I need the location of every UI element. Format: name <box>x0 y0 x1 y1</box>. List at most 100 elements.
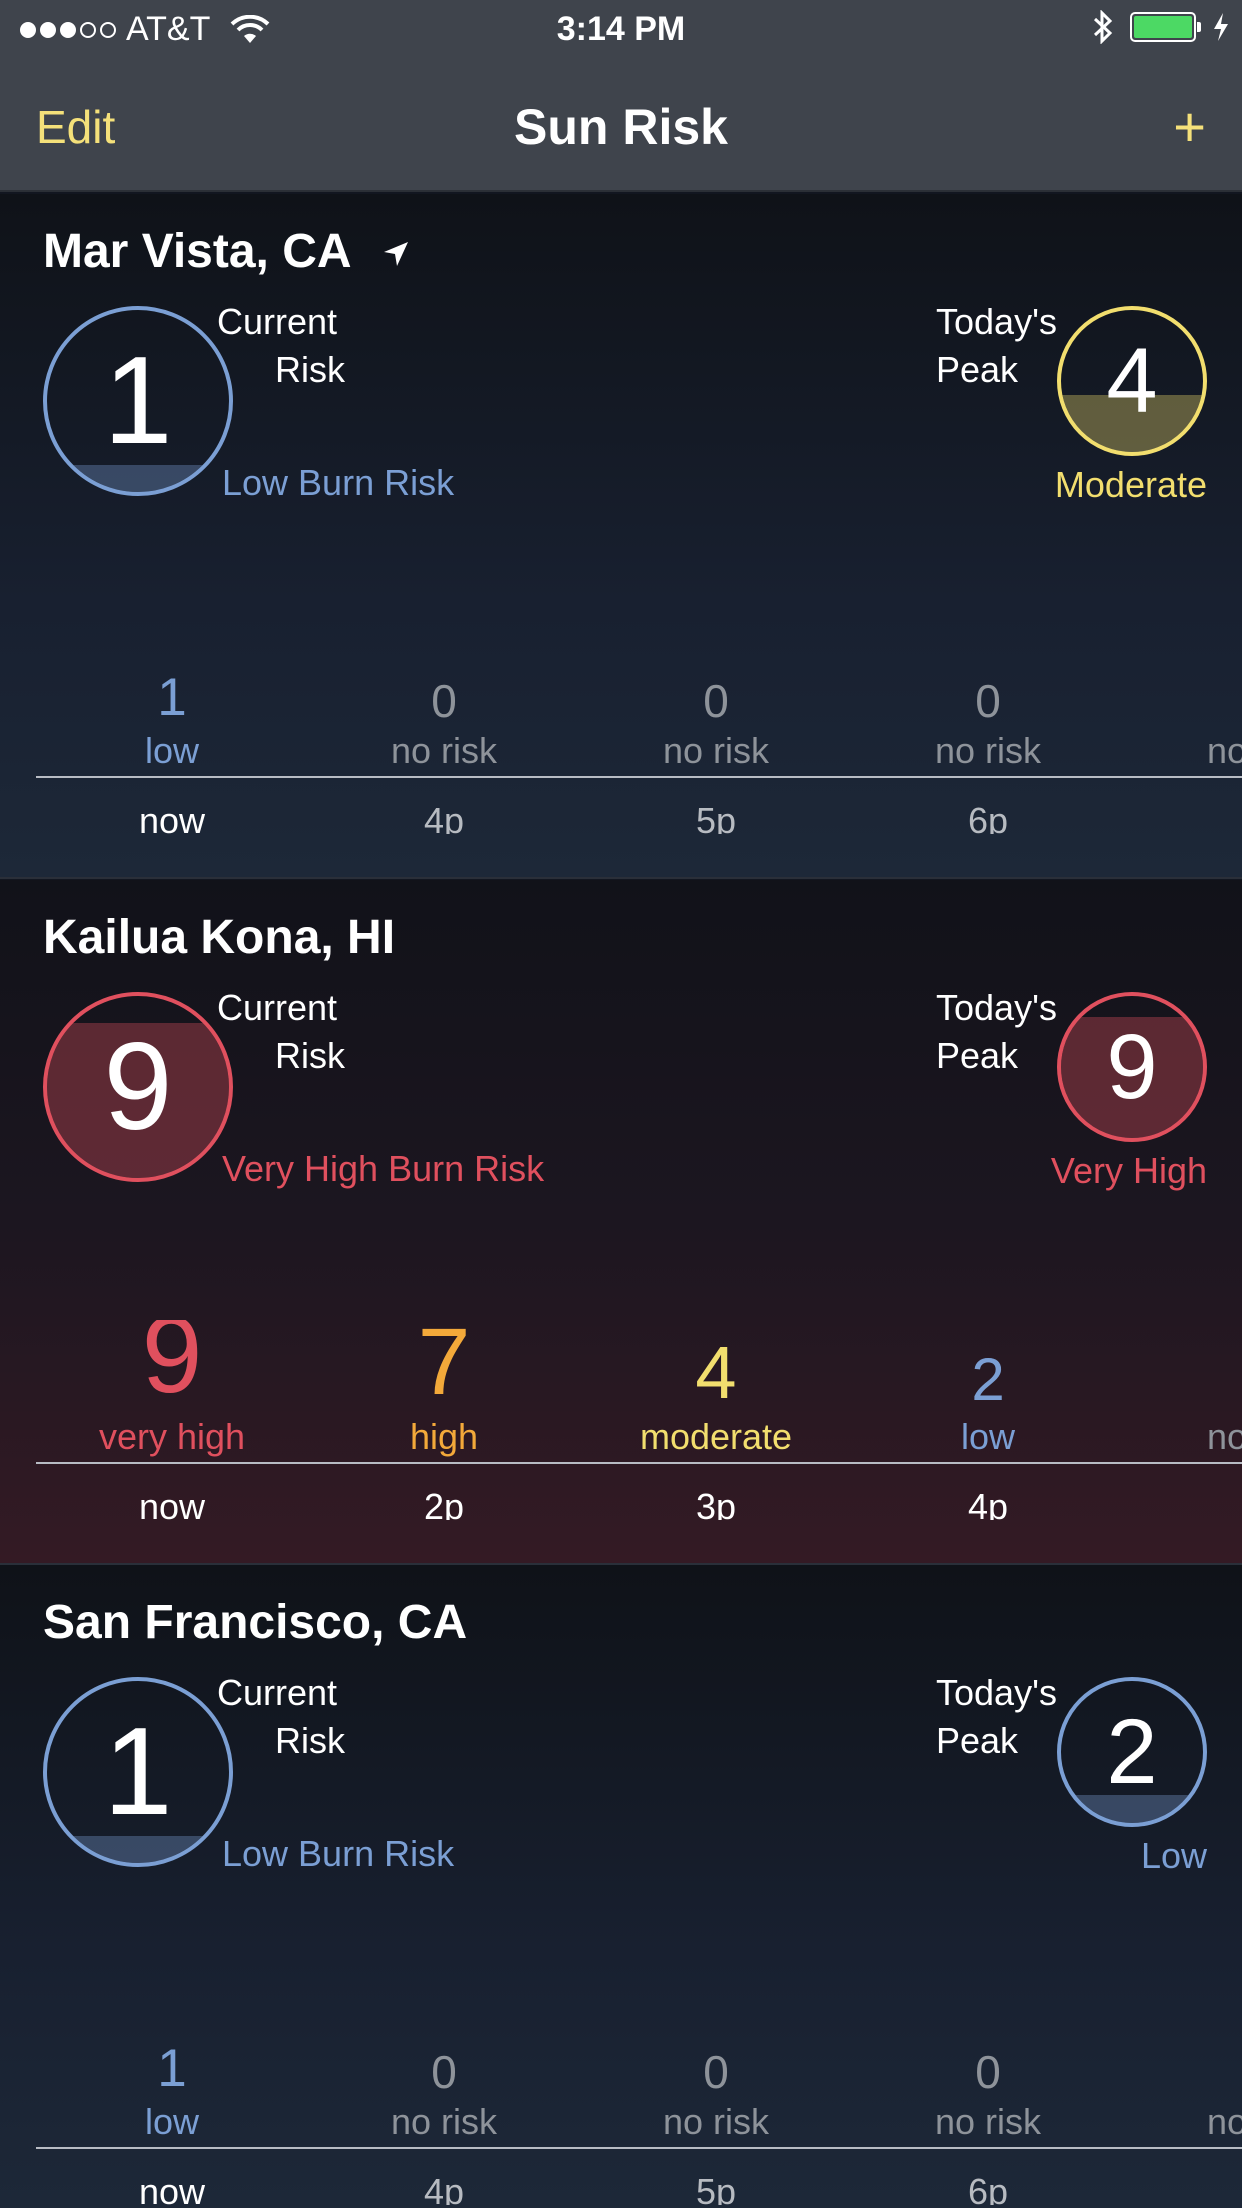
hourly-item: 7 high 2p <box>308 1320 580 1520</box>
current-risk-gauge: 1 <box>43 1677 233 1867</box>
hourly-time: 6p <box>967 2171 1009 2205</box>
todays-peak-label: Today's Peak <box>936 298 1057 394</box>
location-name: Kailua Kona, HI <box>43 911 396 964</box>
current-risk-value: 9 <box>103 1018 173 1156</box>
navigation-bar: Edit Sun Risk + <box>0 60 1242 192</box>
current-risk-label: Current Risk <box>217 1669 345 1765</box>
location-card-san-francisco[interactable]: San Francisco, CA 1 Current Risk Low Burn R… <box>0 1565 1242 2208</box>
hourly-item: 1 low now <box>36 634 308 834</box>
hourly-risk-label: no risk <box>390 730 498 771</box>
hourly-time: 6p <box>967 800 1009 834</box>
hourly-time: 3p <box>695 1486 737 1520</box>
hourly-risk-value: 0 <box>975 675 1001 727</box>
hourly-risk-label: no risk <box>1206 2101 1242 2142</box>
current-risk-label-line1: Current <box>217 987 338 1028</box>
status-bar: AT&T 3:14 PM <box>0 0 1242 60</box>
current-risk-value: 1 <box>103 332 173 470</box>
status-right <box>1092 10 1230 44</box>
hourly-item: 0 no risk 6p <box>852 2005 1124 2205</box>
hourly-item: no risk <box>1124 1320 1242 1520</box>
todays-peak-description: Low <box>1140 1835 1207 1876</box>
todays-peak-label: Today's Peak <box>936 1669 1057 1765</box>
current-risk-description: Low Burn Risk <box>222 462 455 503</box>
location-name: Mar Vista, CA <box>43 224 411 279</box>
add-location-button[interactable]: + <box>1173 94 1206 159</box>
current-risk-description: Very High Burn Risk <box>222 1148 545 1189</box>
hourly-time: 5p <box>695 2171 737 2205</box>
hourly-divider <box>36 1462 1242 1464</box>
charging-icon <box>1214 13 1228 41</box>
status-time: 3:14 PM <box>556 10 686 48</box>
current-risk-label-line1: Current <box>217 301 338 342</box>
current-risk-label-line1: Current <box>217 1672 338 1713</box>
todays-peak-label-line1: Today's <box>936 1672 1057 1713</box>
hourly-divider <box>36 2147 1242 2149</box>
hourly-risk-value: 9 <box>141 1320 203 1416</box>
hourly-time: 4p <box>967 1486 1009 1520</box>
todays-peak-gauge: 4 <box>1057 306 1207 456</box>
hourly-time: 4p <box>423 800 465 834</box>
current-risk-gauge: 9 <box>43 992 233 1182</box>
todays-peak-label-line2: Peak <box>936 1720 1019 1761</box>
current-risk-label-line2: Risk <box>275 1035 345 1076</box>
hourly-risk-value: 0 <box>703 675 729 727</box>
hourly-risk-label: no risk <box>934 730 1042 771</box>
todays-peak-value: 4 <box>1106 329 1158 432</box>
hourly-risk-label: no risk <box>934 2101 1042 2142</box>
current-risk-value: 1 <box>103 1703 173 1841</box>
hourly-risk-label: no risk <box>390 2101 498 2142</box>
hourly-time: now <box>138 1486 206 1520</box>
page-title: Sun Risk <box>514 99 728 155</box>
hourly-item: 2 low 4p <box>852 1320 1124 1521</box>
hourly-item: 0 no risk 5p <box>580 2005 852 2205</box>
location-card-kailua-kona[interactable]: Kailua Kona, HI 9 Current Risk Very High Bu… <box>0 880 1242 1565</box>
todays-peak-gauge: 9 <box>1057 992 1207 1142</box>
hourly-forecast[interactable]: 9 very high now 7 high 2p 4 moderate 3p 2 low 4p no … <box>0 1320 1242 1520</box>
hourly-item: 9 very high now <box>36 1320 308 1520</box>
hourly-risk-label: no risk <box>662 730 770 771</box>
todays-peak-label-line2: Peak <box>936 349 1019 390</box>
todays-peak-label: Today's Peak <box>936 984 1057 1080</box>
location-arrow-icon <box>384 242 409 267</box>
hourly-item: 0 no risk 4p <box>308 634 580 834</box>
hourly-time: now <box>138 2171 206 2205</box>
hourly-forecast[interactable]: 1 low now 0 no risk 4p 0 no risk 5p 0 no risk 6p no … <box>0 634 1242 834</box>
current-risk-label: Current Risk <box>217 298 345 394</box>
hourly-divider <box>36 776 1242 778</box>
hourly-item: no risk <box>1124 634 1242 834</box>
hourly-item: no risk <box>1124 2005 1242 2205</box>
hourly-risk-label: no risk <box>662 2101 770 2142</box>
hourly-item: 4 moderate 3p <box>580 1320 852 1521</box>
hourly-item: 0 no risk 5p <box>580 634 852 834</box>
current-risk-label: Current Risk <box>217 984 345 1080</box>
location-card-mar-vista[interactable]: Mar Vista, CA 1 Current Risk Low Burn Risk T… <box>0 194 1242 879</box>
hourly-forecast[interactable]: 1 low now 0 no risk 4p 0 no risk 5p 0 no risk 6p no … <box>0 2005 1242 2205</box>
todays-peak-gauge: 2 <box>1057 1677 1207 1827</box>
hourly-risk-value: 7 <box>417 1320 471 1415</box>
hourly-risk-value: 0 <box>703 2046 729 2098</box>
todays-peak-label-line1: Today's <box>936 301 1057 342</box>
hourly-time: now <box>138 800 206 834</box>
current-risk-gauge: 1 <box>43 306 233 496</box>
location-name: San Francisco, CA <box>43 1596 468 1649</box>
hourly-time: 2p <box>423 1486 465 1520</box>
hourly-risk-value: 1 <box>157 2039 187 2098</box>
todays-peak-label-line1: Today's <box>936 987 1057 1028</box>
hourly-item: 1 low now <box>36 2005 308 2205</box>
hourly-risk-label: high <box>409 1416 479 1457</box>
hourly-risk-label: low <box>960 1416 1016 1457</box>
hourly-risk-value: 0 <box>975 2046 1001 2098</box>
hourly-risk-value: 1 <box>157 668 187 727</box>
hourly-risk-value: 4 <box>695 1331 737 1414</box>
todays-peak-value: 9 <box>1106 1015 1158 1118</box>
hourly-item: 0 no risk 6p <box>852 634 1124 834</box>
current-risk-description: Low Burn Risk <box>222 1833 455 1874</box>
bluetooth-icon <box>1093 10 1113 44</box>
todays-peak-description: Very High <box>1050 1150 1207 1191</box>
location-name-text: Mar Vista, CA <box>43 225 350 278</box>
hourly-risk-value: 0 <box>431 2046 457 2098</box>
hourly-risk-value: 0 <box>431 675 457 727</box>
hourly-risk-label: very high <box>98 1416 246 1457</box>
current-risk-label-line2: Risk <box>275 349 345 390</box>
hourly-item: 0 no risk 4p <box>308 2005 580 2205</box>
